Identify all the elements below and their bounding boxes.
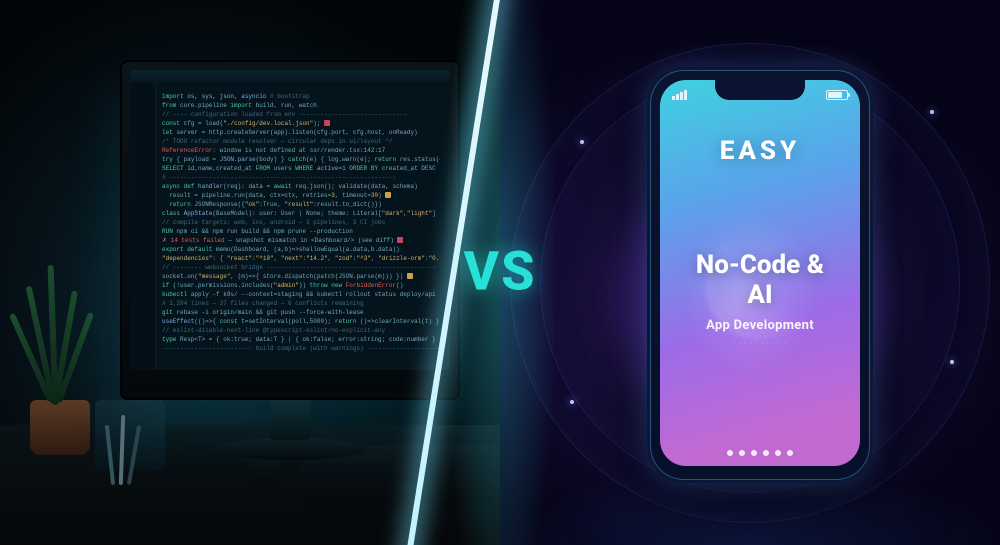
right-panel-nocode: EASY No-Code & AI App Development · · · … — [500, 0, 1000, 545]
smartphone-mockup: EASY No-Code & AI App Development · · · … — [650, 70, 870, 480]
spark-dot-icon — [950, 360, 954, 364]
comparison-hero-image: import os, sys, json, asyncio # bootstra… — [0, 0, 1000, 545]
phone-title: No-Code & AI — [660, 250, 860, 310]
page-indicator-dots-icon — [727, 450, 793, 456]
signal-icon — [672, 90, 688, 100]
battery-icon — [826, 90, 848, 100]
phone-badge-label: EASY — [660, 136, 860, 166]
desktop-monitor: import os, sys, json, asyncio # bootstra… — [120, 60, 460, 400]
code-editor-screen: import os, sys, json, asyncio # bootstra… — [130, 70, 450, 370]
phone-subtitle: App Development — [660, 318, 860, 333]
phone-status-bar — [672, 88, 848, 102]
phone-microtext: · · · · · · · · · · — [660, 340, 860, 348]
phone-title-line1: No-Code & — [696, 250, 824, 280]
spark-dot-icon — [580, 140, 584, 144]
spark-dot-icon — [930, 110, 934, 114]
vs-label: VS — [463, 241, 536, 304]
phone-screen: EASY No-Code & AI App Development · · · … — [660, 80, 860, 466]
phone-title-line2: AI — [747, 280, 772, 310]
spark-dot-icon — [570, 400, 574, 404]
desk-plant — [10, 275, 100, 455]
